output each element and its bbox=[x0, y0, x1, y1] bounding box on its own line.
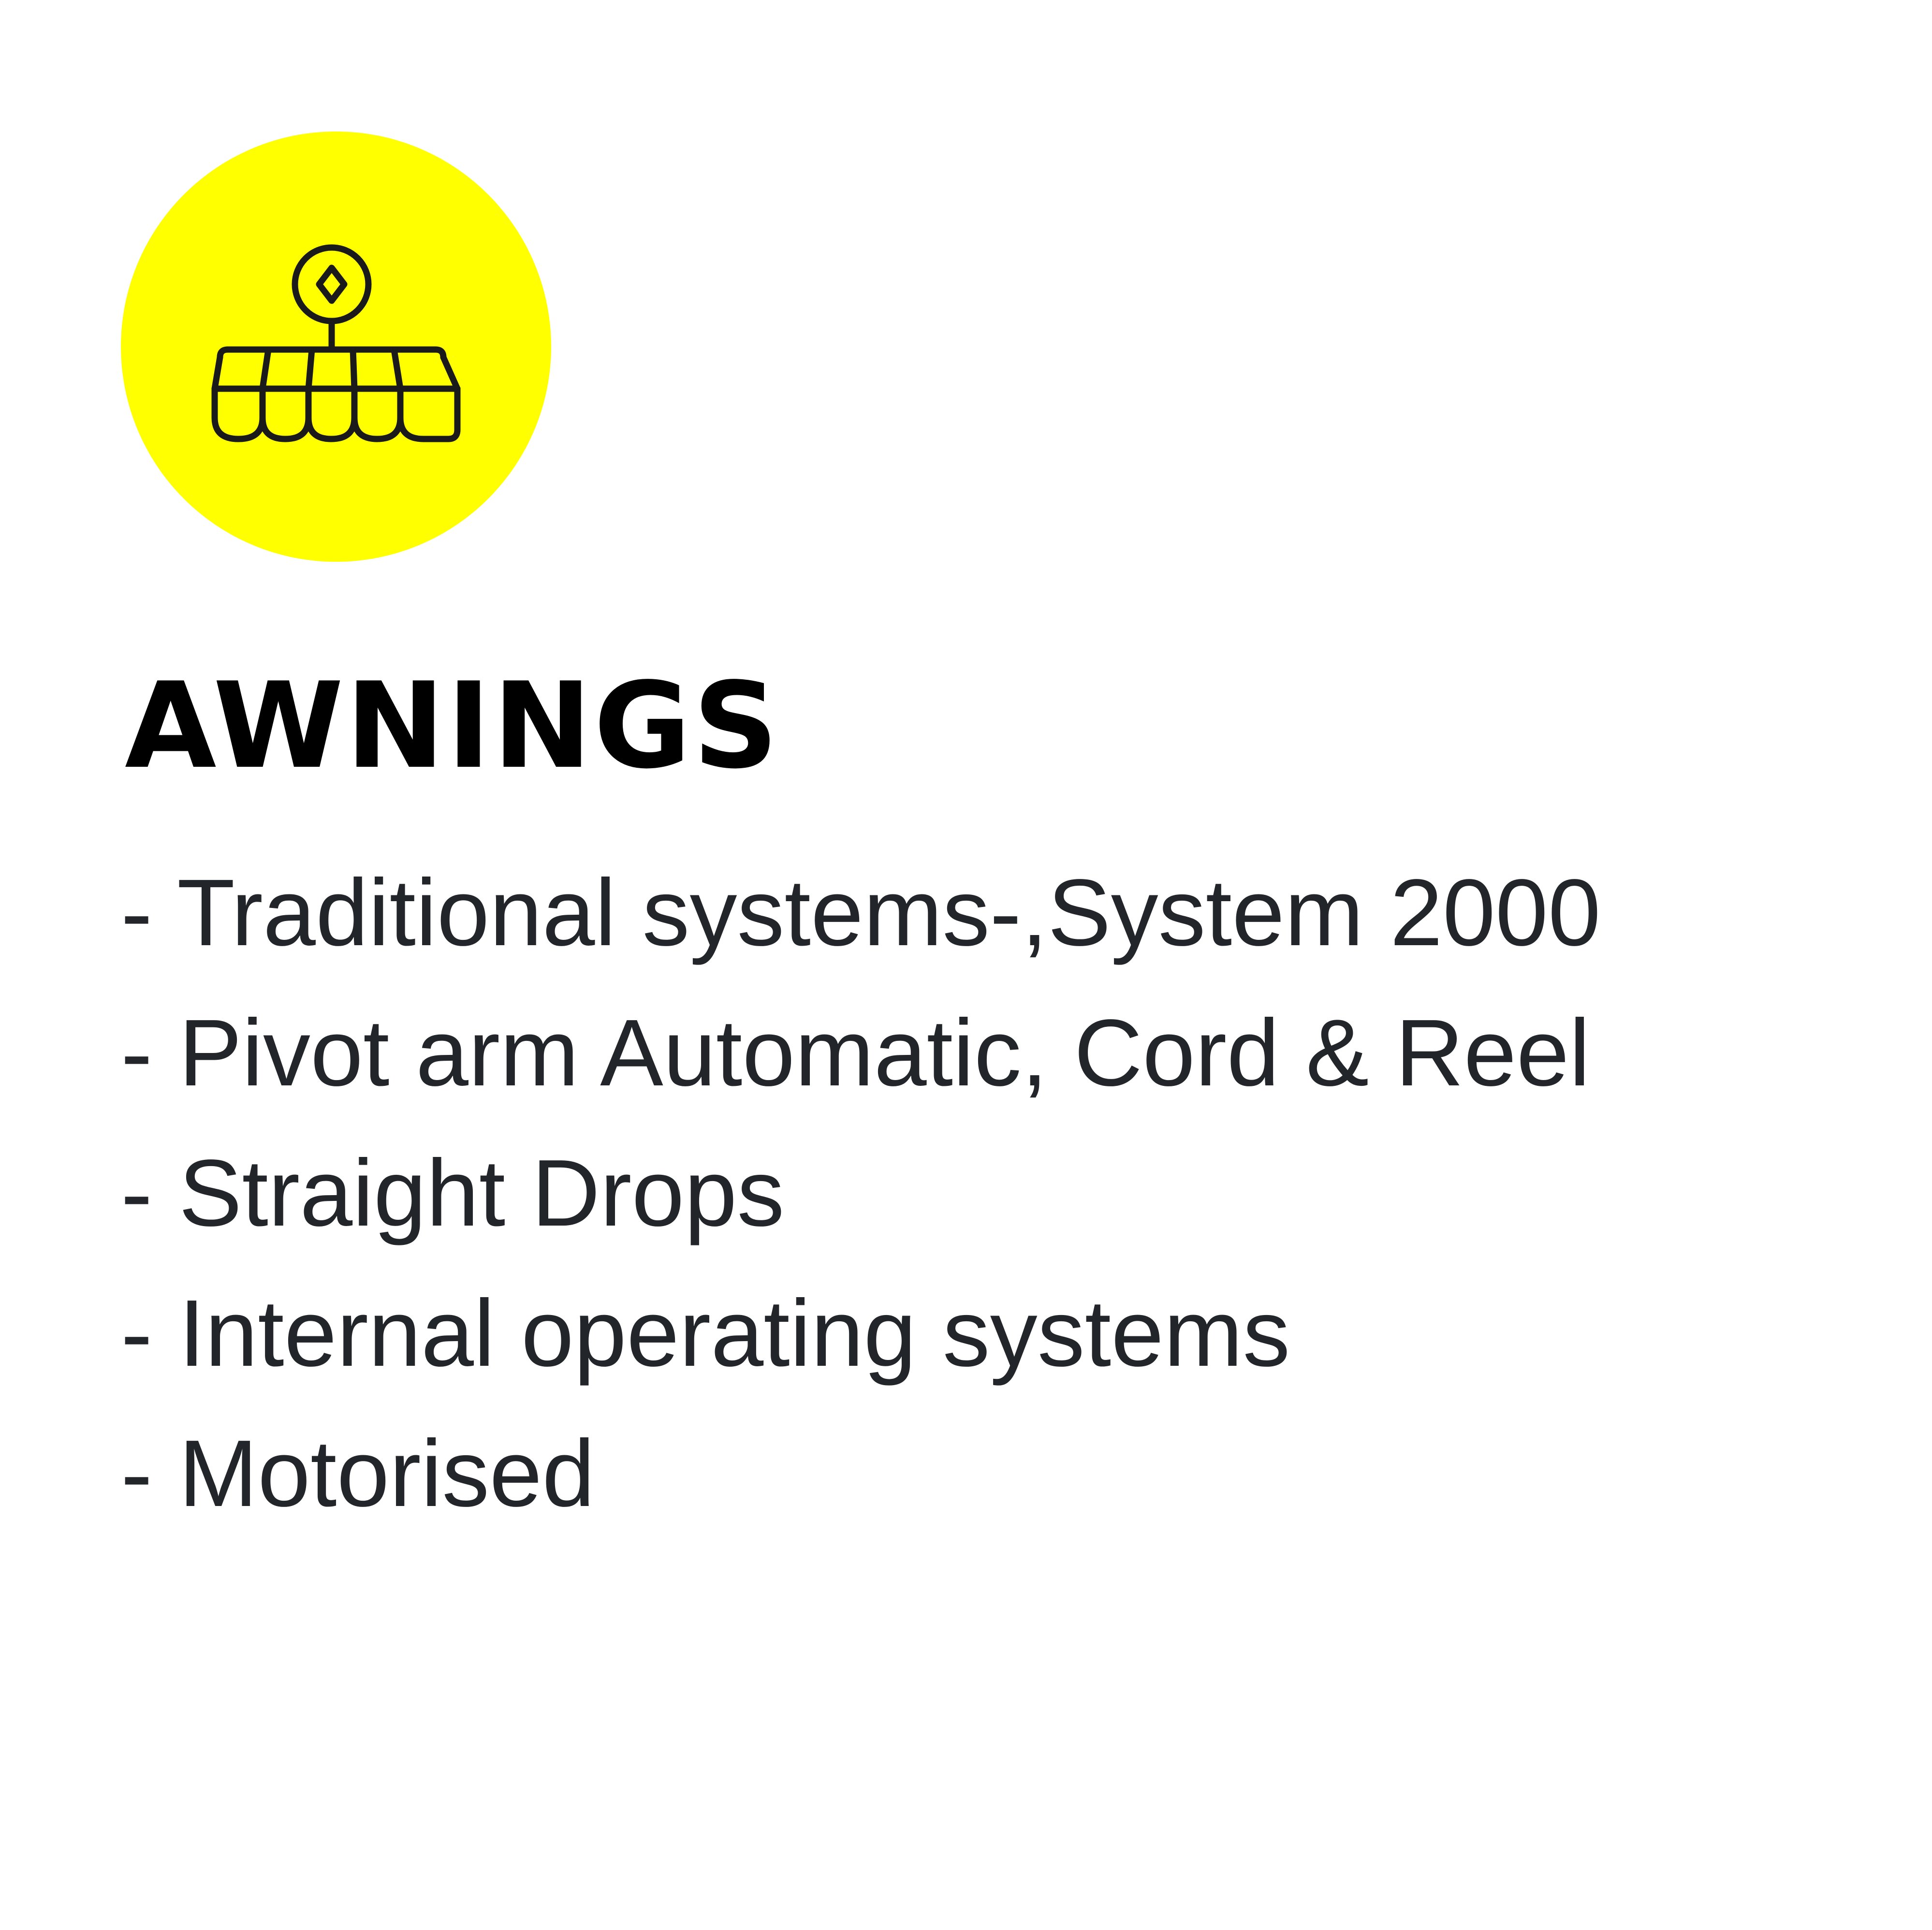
page-title: AWNINGS bbox=[125, 657, 780, 795]
list-item: - Internal operating systems bbox=[121, 1280, 1290, 1386]
list-item: - Motorised bbox=[121, 1420, 595, 1526]
list-item: - Pivot arm Automatic, Cord & Reel bbox=[121, 1000, 1591, 1106]
list-item: - Straight Drops bbox=[121, 1140, 785, 1246]
icon-badge bbox=[121, 132, 551, 562]
awning-icon bbox=[211, 244, 461, 442]
list-item: - Traditional systems-,System 2000 bbox=[121, 860, 1601, 965]
feature-list: - Traditional systems-,System 2000 - Piv… bbox=[121, 857, 1601, 1558]
